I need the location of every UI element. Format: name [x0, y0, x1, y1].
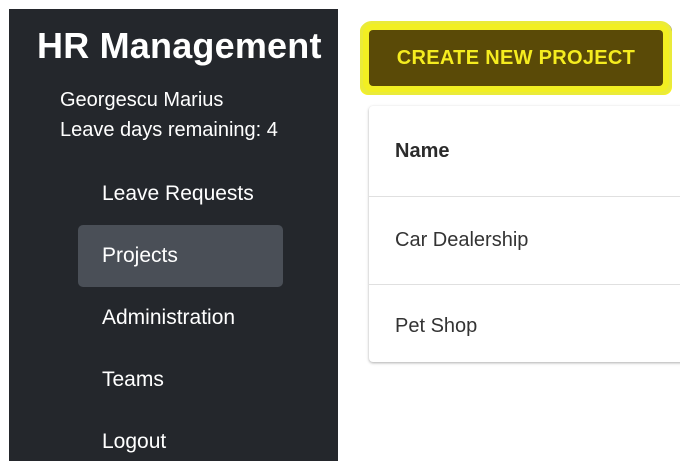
- sidebar-item-administration[interactable]: Administration: [78, 287, 283, 349]
- sidebar-item-teams[interactable]: Teams: [78, 349, 283, 411]
- create-new-project-button[interactable]: CREATE NEW PROJECT: [369, 30, 663, 86]
- table-row[interactable]: Pet Shop: [369, 285, 680, 362]
- sidebar-item-logout[interactable]: Logout: [78, 411, 283, 461]
- app-root: HR Management Georgescu Marius Leave day…: [0, 0, 680, 461]
- leave-days-remaining: Leave days remaining: 4: [60, 119, 278, 141]
- sidebar-nav: Leave Requests Projects Administration T…: [78, 163, 283, 461]
- user-info: Georgescu Marius Leave days remaining: 4: [60, 85, 278, 145]
- app-title: HR Management: [37, 25, 322, 66]
- sidebar-item-leave-requests[interactable]: Leave Requests: [78, 163, 283, 225]
- sidebar-item-projects[interactable]: Projects: [78, 225, 283, 287]
- table-header-name: Name: [369, 106, 680, 197]
- user-name: Georgescu Marius: [60, 89, 224, 111]
- table-row[interactable]: Car Dealership: [369, 197, 680, 285]
- projects-table: Name Car Dealership Pet Shop: [369, 106, 680, 362]
- sidebar: HR Management Georgescu Marius Leave day…: [9, 9, 338, 461]
